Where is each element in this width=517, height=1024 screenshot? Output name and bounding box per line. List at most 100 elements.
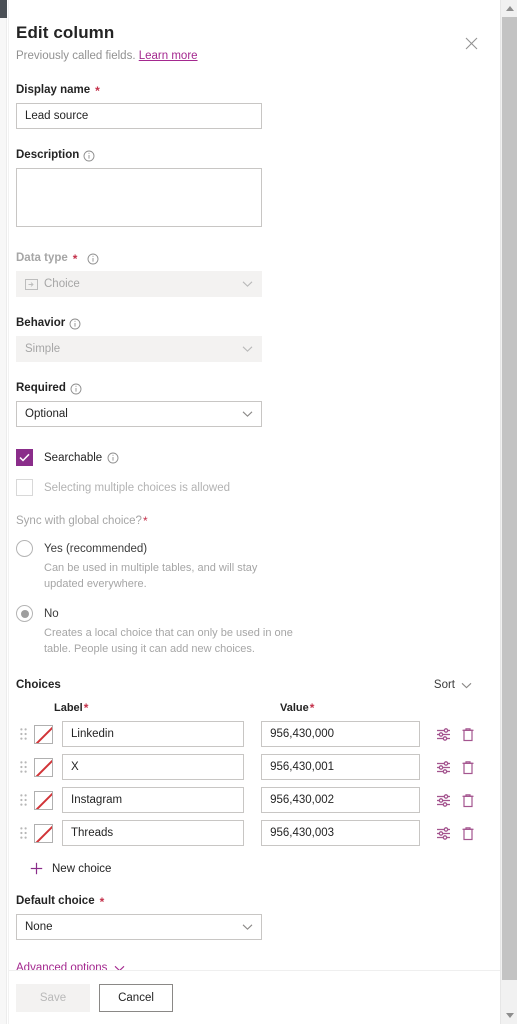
chevron-down-icon [242, 346, 253, 353]
behavior-field: Behavior Simple [16, 316, 476, 362]
panel-footer: Save Cancel [9, 970, 500, 1024]
data-type-label-text: Data type [16, 252, 68, 264]
sliders-icon[interactable] [435, 725, 452, 744]
sync-yes-description: Can be used in multiple tables, and will… [44, 562, 258, 590]
learn-more-link[interactable]: Learn more [139, 50, 198, 62]
close-icon[interactable] [458, 30, 484, 56]
sync-global-heading-text: Sync with global choice? [16, 515, 142, 527]
description-field: Description [16, 148, 476, 232]
sync-yes-radio[interactable] [16, 540, 33, 557]
cancel-button[interactable]: Cancel [99, 983, 173, 1012]
data-type-label: Data type * [16, 251, 476, 266]
sync-yes-row[interactable]: Yes (recommended) [16, 540, 476, 557]
panel-body: Edit column Previously called fields. Le… [9, 0, 500, 1024]
required-asterisk: * [309, 701, 315, 715]
sort-button-label: Sort [433, 679, 455, 691]
drag-handle-icon[interactable] [16, 827, 30, 839]
window-edge-marker [0, 0, 7, 18]
choices-section-title: Choices [16, 679, 61, 691]
sync-no-label: No [44, 607, 59, 620]
scroll-down-icon[interactable] [501, 1007, 517, 1024]
display-name-input[interactable] [16, 103, 262, 129]
window-left-rail [0, 18, 7, 1024]
no-color-swatch[interactable] [34, 823, 53, 843]
choice-label-input[interactable] [62, 820, 245, 846]
info-icon [87, 253, 99, 265]
table-row [16, 754, 476, 780]
chevron-down-icon [242, 924, 253, 931]
scrollbar-thumb[interactable] [502, 17, 517, 980]
no-color-swatch[interactable] [34, 724, 53, 744]
sync-global-heading: Sync with global choice? * [16, 515, 476, 527]
behavior-value: Simple [25, 343, 61, 355]
table-row [16, 787, 476, 813]
data-type-select: Choice [16, 271, 262, 297]
default-choice-value: None [25, 921, 53, 933]
default-choice-label: Default choice * [16, 894, 476, 909]
sort-button[interactable]: Sort [434, 679, 472, 691]
choice-value-input[interactable] [261, 787, 421, 813]
value-column-header-text: Value [280, 702, 309, 714]
info-icon [69, 318, 81, 330]
required-asterisk: * [142, 514, 148, 528]
trash-icon[interactable] [459, 824, 476, 843]
header-subtitle-text: Previously called fields. [16, 50, 136, 62]
trash-icon[interactable] [459, 791, 476, 810]
drag-handle-icon[interactable] [16, 794, 30, 806]
header-subtitle: Previously called fields. Learn more [16, 48, 476, 64]
description-textarea[interactable] [16, 168, 262, 227]
page-title: Edit column [16, 23, 115, 42]
plus-icon [30, 862, 43, 875]
trash-icon[interactable] [459, 725, 476, 744]
required-select[interactable]: Optional [16, 401, 262, 427]
display-name-field: Display name * [16, 83, 476, 129]
save-button: Save [16, 983, 90, 1012]
choice-label-input[interactable] [62, 787, 245, 813]
searchable-checkbox[interactable] [16, 449, 33, 466]
drag-handle-icon[interactable] [16, 761, 30, 773]
sliders-icon[interactable] [435, 791, 452, 810]
trash-icon[interactable] [459, 758, 476, 777]
required-asterisk: * [83, 701, 89, 715]
sync-no-row[interactable]: No [16, 605, 476, 622]
table-row [16, 721, 476, 747]
panel-content: Edit column Previously called fields. Le… [9, 0, 500, 974]
no-color-swatch[interactable] [34, 757, 53, 777]
chevron-down-icon [461, 682, 472, 689]
choice-value-input[interactable] [261, 721, 421, 747]
choice-label-input[interactable] [62, 754, 245, 780]
panel-header: Edit column Previously called fields. Le… [16, 22, 477, 64]
choice-value-input[interactable] [261, 820, 421, 846]
choice-value-input[interactable] [261, 754, 421, 780]
choice-icon [25, 278, 38, 290]
display-name-label-text: Display name [16, 84, 91, 96]
sliders-icon[interactable] [435, 824, 452, 843]
scroll-up-icon[interactable] [501, 0, 517, 17]
vertical-scrollbar[interactable] [500, 0, 517, 1024]
no-color-swatch[interactable] [34, 790, 53, 810]
new-choice-label: New choice [52, 862, 112, 875]
choices-header: Choices Sort [16, 679, 476, 691]
edit-column-panel: Edit column Previously called fields. Le… [0, 0, 517, 1024]
required-label: Required [16, 381, 476, 396]
searchable-row[interactable]: Searchable [16, 449, 476, 466]
description-label-text: Description [16, 149, 80, 161]
multi-select-label: Selecting multiple choices is allowed [44, 481, 231, 494]
info-icon [70, 383, 82, 395]
value-column-header: Value * [280, 702, 314, 714]
default-choice-label-text: Default choice [16, 895, 95, 907]
multi-select-checkbox [16, 479, 33, 496]
new-choice-button[interactable]: New choice [30, 862, 476, 875]
behavior-label: Behavior [16, 316, 476, 331]
drag-handle-icon[interactable] [16, 728, 30, 740]
choice-label-input[interactable] [62, 721, 245, 747]
required-asterisk: * [95, 83, 100, 98]
sync-no-radio[interactable] [16, 605, 33, 622]
required-label-text: Required [16, 382, 66, 394]
searchable-label-text: Searchable [44, 451, 103, 464]
sliders-icon[interactable] [435, 758, 452, 777]
data-type-value: Choice [44, 278, 80, 290]
default-choice-select[interactable]: None [16, 914, 262, 940]
sync-no-description: Creates a local choice that can only be … [44, 627, 293, 655]
required-asterisk: * [72, 251, 78, 266]
